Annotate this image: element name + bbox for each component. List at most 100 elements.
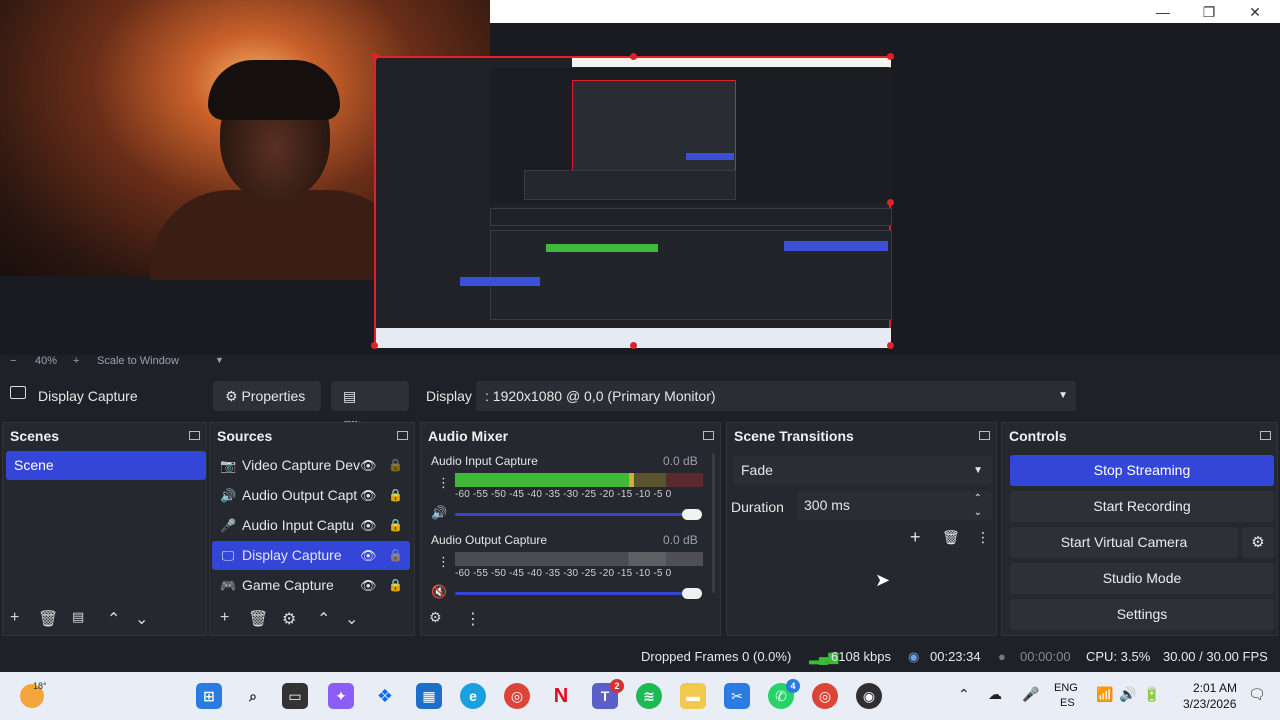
restore-button[interactable]: ❐	[1186, 2, 1232, 22]
zoom-in-button[interactable]: +	[73, 355, 79, 367]
properties-button[interactable]: ⚙ Properties	[213, 381, 321, 411]
muted-speaker-icon[interactable]: 🔇	[431, 584, 447, 600]
start-virtual-camera-button[interactable]: Start Virtual Camera	[1010, 527, 1238, 558]
trash-icon[interactable]: 🗑	[248, 609, 268, 629]
lock-icon[interactable]: 🔒	[388, 571, 403, 600]
zoom-out-button[interactable]: −	[10, 355, 16, 367]
lock-icon[interactable]: 🔒	[388, 451, 403, 480]
add-icon[interactable]: +	[10, 609, 19, 627]
undock-icon[interactable]	[189, 431, 200, 440]
volume-icon[interactable]: 🔊	[1119, 686, 1136, 703]
microphone-icon[interactable]: 🎤	[1022, 686, 1039, 703]
resize-handle-bottom-right[interactable]	[887, 342, 894, 349]
battery-icon[interactable]: 🔋	[1143, 686, 1160, 703]
chevron-up-icon[interactable]: ⌃	[958, 686, 970, 703]
snipping-tool-icon[interactable]: ✂	[724, 683, 750, 709]
undock-icon[interactable]	[703, 431, 714, 440]
undock-icon[interactable]	[397, 431, 408, 440]
search-icon[interactable]: ⌕	[240, 683, 266, 709]
teams-icon[interactable]: T 2	[592, 679, 624, 709]
resize-handle-top-left[interactable]	[371, 53, 378, 60]
undock-icon[interactable]	[1260, 431, 1271, 440]
more-options-icon[interactable]: ⋮	[976, 529, 990, 546]
resize-handle-right[interactable]	[887, 199, 894, 206]
chrome-icon[interactable]: ◎	[504, 683, 530, 709]
trash-icon[interactable]: 🗑	[942, 529, 960, 546]
chevron-down-icon[interactable]: ▼	[1058, 381, 1068, 411]
clock-time[interactable]: 2:01 AM	[1193, 681, 1237, 695]
start-recording-button[interactable]: Start Recording	[1010, 491, 1274, 522]
eye-icon[interactable]: 👁	[360, 451, 377, 480]
lock-icon[interactable]: 🔒	[388, 481, 403, 510]
chevron-down-icon[interactable]: ▼	[215, 355, 224, 365]
scale-mode-select[interactable]: Scale to Window	[97, 355, 179, 367]
copilot-icon[interactable]: ✦	[328, 683, 354, 709]
stop-streaming-button[interactable]: Stop Streaming	[1010, 455, 1274, 486]
volume-slider-track[interactable]	[455, 592, 695, 595]
volume-slider-track[interactable]	[455, 513, 695, 516]
chevron-down-icon[interactable]: ⌄	[974, 498, 982, 527]
chevron-down-icon[interactable]: ⌄	[345, 609, 358, 629]
wifi-icon[interactable]: 📶	[1096, 686, 1113, 703]
store-icon[interactable]: ▦	[416, 683, 442, 709]
whatsapp-icon[interactable]: ✆ 4	[768, 679, 800, 709]
undock-icon[interactable]	[979, 431, 990, 440]
settings-button[interactable]: Settings	[1010, 599, 1274, 630]
chevron-down-icon[interactable]: ⌄	[135, 609, 148, 629]
file-explorer-icon[interactable]: ▬	[680, 683, 706, 709]
display-capture-source[interactable]	[371, 53, 894, 349]
notification-icon[interactable]: 🗨	[1248, 686, 1266, 703]
resize-handle-bottom[interactable]	[630, 342, 637, 349]
eye-icon[interactable]: 👁	[360, 481, 377, 510]
advanced-audio-icon[interactable]: ⚙	[429, 609, 442, 626]
source-item[interactable]: 🔊 Audio Output Capt 👁 🔒	[212, 481, 410, 510]
gear-icon[interactable]: ⚙	[1242, 527, 1274, 558]
lock-icon[interactable]: 🔒	[388, 541, 403, 570]
resize-handle-top-right[interactable]	[887, 53, 894, 60]
source-item[interactable]: 📷 Video Capture Dev 👁 🔒	[212, 451, 410, 480]
chevron-down-icon[interactable]: ▼	[973, 456, 983, 485]
studio-mode-button[interactable]: Studio Mode	[1010, 563, 1274, 594]
volume-slider-handle[interactable]	[682, 588, 702, 599]
resize-handle-top[interactable]	[630, 53, 637, 60]
eye-icon[interactable]: 👁	[360, 511, 377, 540]
trash-icon[interactable]: 🗑	[38, 609, 58, 629]
gear-icon[interactable]: ⚙	[282, 609, 296, 629]
chevron-up-icon[interactable]: ⌃	[107, 609, 120, 629]
source-item[interactable]: 🎮 Game Capture 👁 🔒	[212, 571, 410, 600]
netflix-icon[interactable]: N	[548, 683, 574, 709]
spotify-icon[interactable]: ≋	[636, 683, 662, 709]
lock-icon[interactable]: 🔒	[388, 511, 403, 540]
language-indicator[interactable]: ENG	[1054, 682, 1078, 694]
source-item-selected[interactable]: 🖵 Display Capture 👁 🔒	[212, 541, 410, 570]
duration-spinbox[interactable]: 300 ms ⌃ ⌄	[797, 491, 992, 520]
task-view-icon[interactable]: ▭	[282, 683, 308, 709]
dropbox-icon[interactable]: ❖	[372, 683, 398, 709]
network-icon[interactable]: ☁	[988, 686, 1002, 703]
resize-handle-bottom-left[interactable]	[371, 342, 378, 349]
eye-icon[interactable]: 👁	[360, 541, 377, 570]
obs-icon[interactable]: ◉	[856, 683, 882, 709]
chevron-up-icon[interactable]: ⌃	[317, 609, 330, 629]
edge-icon[interactable]: e	[460, 683, 486, 709]
more-options-icon[interactable]: ⋮	[465, 609, 481, 629]
source-item[interactable]: 🎤 Audio Input Captu 👁 🔒	[212, 511, 410, 540]
windows-start-icon[interactable]: ⊞	[196, 683, 222, 709]
chrome-icon[interactable]: ◎	[812, 683, 838, 709]
more-options-icon[interactable]: ⋮	[437, 554, 450, 570]
scrollbar[interactable]	[712, 453, 715, 593]
speaker-icon[interactable]: 🔊	[431, 505, 447, 521]
minimize-button[interactable]: —	[1140, 2, 1186, 22]
scene-list-item[interactable]: Scene	[6, 451, 206, 480]
clock-date[interactable]: 3/23/2026	[1183, 697, 1236, 711]
display-select[interactable]: : 1920x1080 @ 0,0 (Primary Monitor) ▼	[476, 381, 1076, 411]
more-options-icon[interactable]: ⋮	[437, 475, 450, 491]
add-icon[interactable]: +	[910, 527, 921, 548]
add-icon[interactable]: +	[220, 609, 229, 627]
close-button[interactable]: ✕	[1232, 2, 1278, 22]
filter-icon[interactable]: ▤	[72, 609, 84, 625]
filters-button[interactable]: ▤ Filters	[331, 381, 409, 434]
eye-icon[interactable]: 👁	[360, 571, 377, 600]
volume-slider-handle[interactable]	[682, 509, 702, 520]
transition-select[interactable]: Fade ▼	[733, 456, 992, 485]
